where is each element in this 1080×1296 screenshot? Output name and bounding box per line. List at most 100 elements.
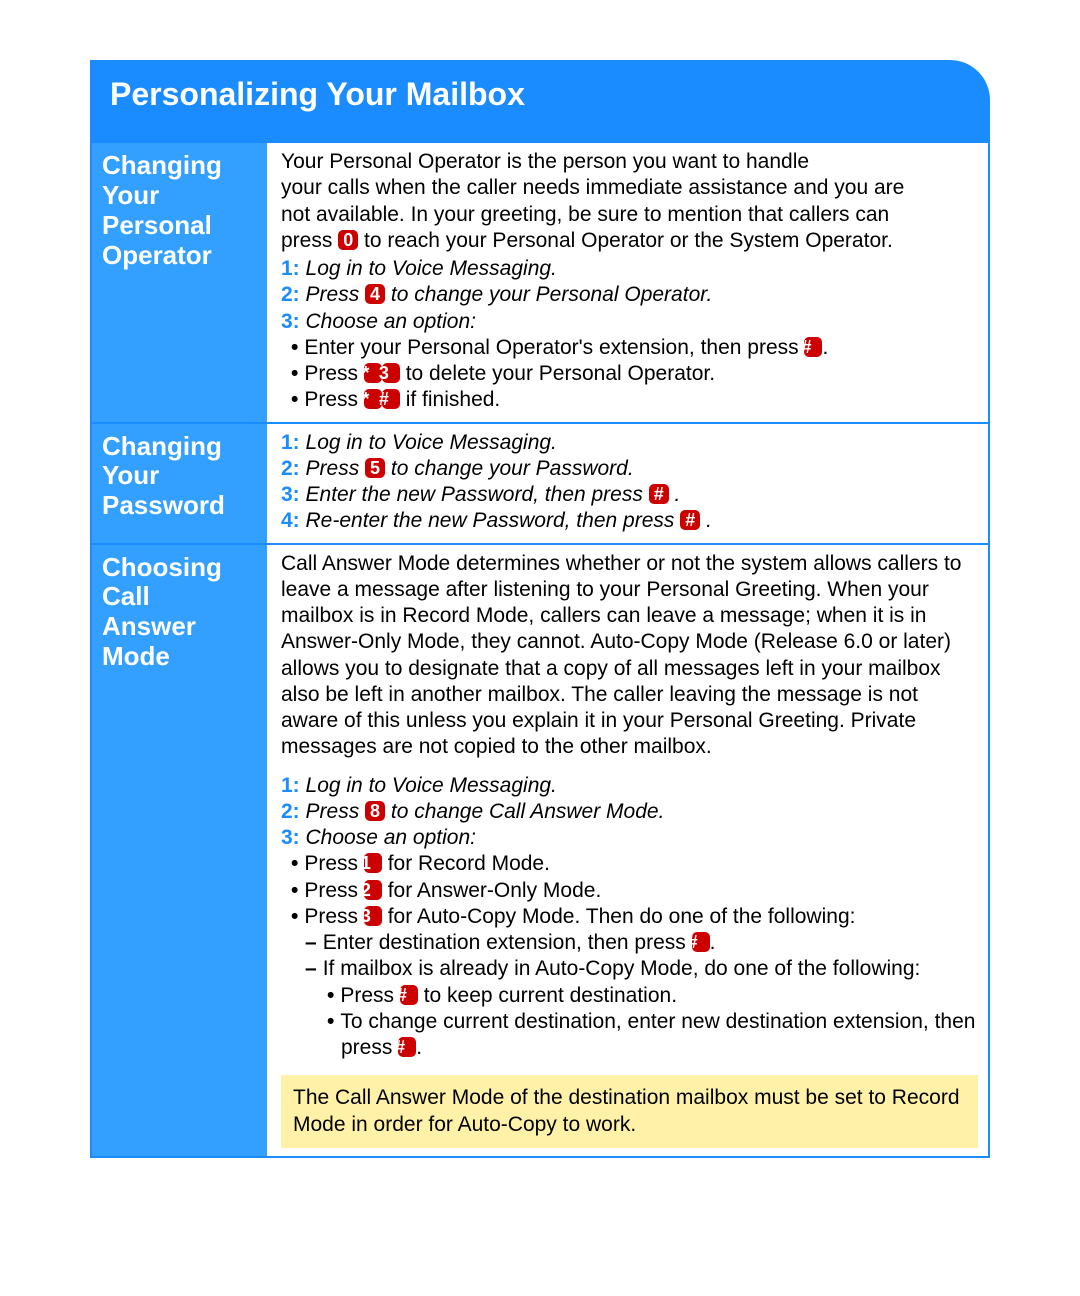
label-text: Operator: [102, 240, 212, 270]
text: Press: [304, 879, 364, 902]
bullet-item: Press *# if finished.: [281, 387, 978, 413]
text: Press: [306, 283, 366, 306]
label-text: Choosing: [102, 552, 222, 582]
text: to reach your Personal Operator or the S…: [358, 229, 893, 252]
bullet-item: Press 1 for Record Mode.: [281, 851, 978, 877]
step-2: 2: Press 5 to change your Password.: [281, 456, 978, 482]
intro-text: Your Personal Operator is the person you…: [281, 149, 978, 254]
section-personal-operator: Changing Your Personal Operator Your Per…: [92, 143, 988, 422]
key-hash-icon: #: [382, 389, 400, 409]
intro-text: Call Answer Mode determines whether or n…: [281, 551, 978, 761]
text: to delete your Personal Operator.: [400, 362, 715, 385]
step-4: 4: Re-enter the new Password, then press…: [281, 508, 978, 534]
step-3: 3: Choose an option:: [281, 825, 978, 851]
warning-note: The Call Answer Mode of the destination …: [281, 1075, 978, 1148]
key-hash-icon: #: [692, 932, 710, 952]
label-text: Your: [102, 460, 159, 490]
step-1: 1: Log in to Voice Messaging.: [281, 430, 978, 456]
text: .: [700, 509, 712, 532]
text: To change current destination, enter new…: [340, 1010, 975, 1059]
dash-item: If mailbox is already in Auto-Copy Mode,…: [281, 956, 978, 982]
section-content: Your Personal Operator is the person you…: [267, 143, 988, 422]
key-two-icon: 2: [364, 880, 382, 900]
text: Press: [340, 984, 400, 1007]
text: .: [416, 1036, 422, 1059]
step-1: 1: Log in to Voice Messaging.: [281, 256, 978, 282]
label-text: Your: [102, 180, 159, 210]
text: Choose an option:: [306, 310, 476, 333]
key-zero-icon: 0: [338, 230, 358, 250]
key-hash-icon: #: [398, 1037, 416, 1057]
section-call-answer-mode: Choosing Call Answer Mode Call Answer Mo…: [92, 543, 988, 1156]
text: Log in to Voice Messaging.: [306, 774, 557, 797]
key-hash-icon: #: [804, 337, 822, 357]
text: Your Personal Operator is the person you…: [281, 150, 809, 173]
section-label: Changing Your Password: [92, 424, 267, 543]
sections-container: Changing Your Personal Operator Your Per…: [90, 143, 990, 1158]
text: not available. In your greeting, be sure…: [281, 203, 889, 226]
key-five-icon: 5: [365, 458, 385, 478]
key-hash-icon: #: [400, 985, 418, 1005]
section-label: Choosing Call Answer Mode: [92, 545, 267, 1156]
step-3: 3: Choose an option:: [281, 309, 978, 335]
text: Choose an option:: [306, 826, 476, 849]
text: to change Call Answer Mode.: [385, 800, 664, 823]
text: If mailbox is already in Auto-Copy Mode,…: [323, 957, 921, 980]
text: .: [710, 931, 716, 954]
text: Press: [304, 852, 364, 875]
key-hash-icon: #: [649, 484, 669, 504]
dash-item: Enter destination extension, then press …: [281, 930, 978, 956]
section-password: Changing Your Password 1: Log in to Voic…: [92, 422, 988, 543]
key-three-icon: 3: [364, 906, 382, 926]
sub-bullet-item: Press # to keep current destination.: [281, 983, 978, 1009]
sub-bullet-item: To change current destination, enter new…: [281, 1009, 978, 1062]
text: your calls when the caller needs immedia…: [281, 176, 904, 199]
label-text: Changing: [102, 150, 222, 180]
label-text: Password: [102, 490, 225, 520]
text: for Record Mode.: [382, 852, 550, 875]
text: Enter destination extension, then press: [323, 931, 692, 954]
label-text: Changing: [102, 431, 222, 461]
section-content: 1: Log in to Voice Messaging. 2: Press 5…: [267, 424, 988, 543]
text: to change your Password.: [385, 457, 634, 480]
label-text: Personal: [102, 210, 212, 240]
text: Press: [306, 457, 366, 480]
step-1: 1: Log in to Voice Messaging.: [281, 773, 978, 799]
text: Enter the new Password, then press: [306, 483, 649, 506]
bullet-item: Enter your Personal Operator's extension…: [281, 335, 978, 361]
page-title: Personalizing Your Mailbox: [90, 60, 990, 143]
key-three-icon: 3: [382, 363, 400, 383]
text: press: [281, 229, 338, 252]
text: Press: [306, 800, 366, 823]
text: to keep current destination.: [418, 984, 677, 1007]
text: Press: [304, 362, 364, 385]
bullet-item: Press 2 for Answer-Only Mode.: [281, 878, 978, 904]
text: for Answer-Only Mode.: [382, 879, 601, 902]
text: .: [822, 336, 828, 359]
text: Enter your Personal Operator's extension…: [304, 336, 804, 359]
section-content: Call Answer Mode determines whether or n…: [267, 545, 988, 1156]
label-text: Answer: [102, 611, 196, 641]
text: Press: [304, 905, 364, 928]
text: Log in to Voice Messaging.: [306, 257, 557, 280]
label-text: Mode: [102, 641, 170, 671]
key-eight-icon: 8: [365, 801, 385, 821]
key-hash-icon: #: [680, 510, 700, 530]
bullet-item: Press *3 to delete your Personal Operato…: [281, 361, 978, 387]
document-page: Personalizing Your Mailbox Changing Your…: [0, 0, 1080, 1218]
key-four-icon: 4: [365, 284, 385, 304]
text: Log in to Voice Messaging.: [306, 431, 557, 454]
key-one-icon: 1: [364, 853, 382, 873]
text: Re-enter the new Password, then press: [306, 509, 681, 532]
text: Press: [304, 388, 364, 411]
text: if finished.: [400, 388, 500, 411]
step-2: 2: Press 4 to change your Personal Opera…: [281, 282, 978, 308]
text: to change your Personal Operator.: [385, 283, 712, 306]
step-3: 3: Enter the new Password, then press # …: [281, 482, 978, 508]
label-text: Call: [102, 581, 150, 611]
step-2: 2: Press 8 to change Call Answer Mode.: [281, 799, 978, 825]
bullet-item: Press 3 for Auto-Copy Mode. Then do one …: [281, 904, 978, 930]
section-label: Changing Your Personal Operator: [92, 143, 267, 422]
text: for Auto-Copy Mode. Then do one of the f…: [382, 905, 856, 928]
text: .: [669, 483, 681, 506]
